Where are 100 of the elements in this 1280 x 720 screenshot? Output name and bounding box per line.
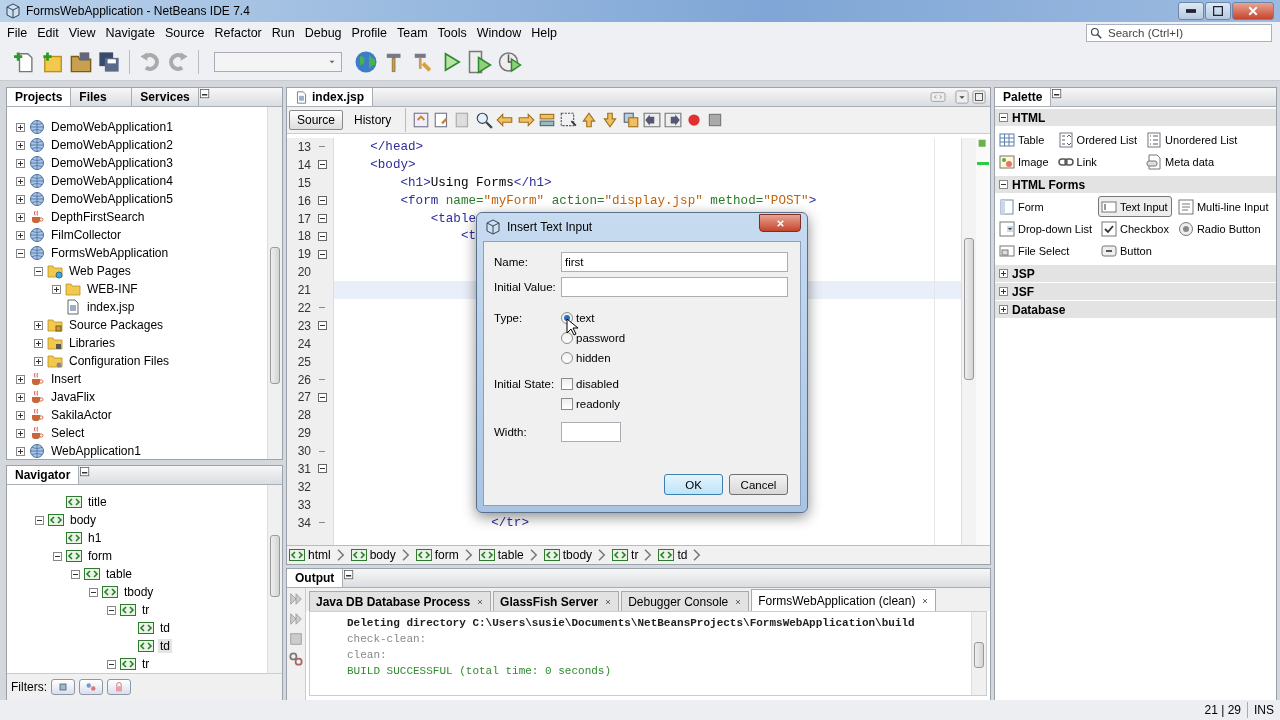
tree-item[interactable]: Web Pages xyxy=(67,264,133,278)
menu-item[interactable]: Edit xyxy=(32,26,64,40)
minimize-icon[interactable] xyxy=(1051,88,1064,100)
palette-item[interactable]: Text Input xyxy=(1098,196,1172,217)
collapse-toggle[interactable] xyxy=(34,266,43,276)
bookmark-down-icon[interactable] xyxy=(601,111,620,129)
palette-item[interactable]: Multi-line Input xyxy=(1174,196,1272,217)
editor-tab[interactable]: index.jsp xyxy=(287,88,373,106)
checkbox[interactable] xyxy=(561,398,573,410)
find-previous-icon[interactable] xyxy=(496,111,515,129)
palette-item[interactable]: Link xyxy=(1054,151,1141,172)
tree-item[interactable]: Insert xyxy=(49,372,83,386)
radio-button[interactable] xyxy=(561,332,573,344)
radio-button[interactable] xyxy=(561,352,573,364)
tree-item[interactable]: FilmCollector xyxy=(49,228,123,242)
menu-item[interactable]: Team xyxy=(392,26,433,40)
fold-toggle[interactable] xyxy=(317,392,327,402)
panel-tab[interactable]: Projects xyxy=(7,88,72,106)
minimize-icon[interactable] xyxy=(198,88,211,100)
tree-item[interactable]: FormsWebApplication xyxy=(49,246,171,260)
view-toggle[interactable]: Source xyxy=(289,110,344,130)
breadcrumb[interactable]: table xyxy=(478,547,524,563)
fold-toggle[interactable] xyxy=(317,464,327,474)
profile-icon[interactable] xyxy=(498,50,522,74)
expand-toggle[interactable] xyxy=(16,374,25,384)
console-tab[interactable]: Debugger Console xyxy=(621,591,750,611)
view-toggle[interactable]: History xyxy=(346,110,400,130)
input-field[interactable]: first xyxy=(561,252,788,272)
highlight-icon[interactable] xyxy=(538,111,557,129)
minimize-icon[interactable] xyxy=(343,569,356,581)
find-next-icon[interactable] xyxy=(517,111,536,129)
filter-button[interactable] xyxy=(107,679,131,695)
panel-tab[interactable]: Files xyxy=(71,88,133,106)
menu-item[interactable]: View xyxy=(63,26,101,40)
palette-category[interactable]: Database xyxy=(995,301,1276,319)
palette-category[interactable]: JSF xyxy=(995,283,1276,301)
save-all-icon[interactable] xyxy=(98,51,120,73)
expand-toggle[interactable] xyxy=(999,269,1008,278)
tree-item[interactable]: SakilaActor xyxy=(49,408,114,422)
input-field[interactable] xyxy=(561,422,621,442)
palette-item[interactable]: Drop-down List xyxy=(996,218,1095,239)
palette-item[interactable]: File Select xyxy=(996,240,1095,261)
tree-item[interactable]: td xyxy=(158,639,172,653)
expand-toggle[interactable] xyxy=(16,392,25,402)
collapse-toggle[interactable] xyxy=(53,551,62,561)
panel-tab[interactable]: Navigator xyxy=(7,466,80,484)
scrollbar[interactable] xyxy=(961,138,976,545)
expand-toggle[interactable] xyxy=(16,122,25,132)
maximize-icon[interactable] xyxy=(972,90,986,104)
collapse-toggle[interactable] xyxy=(16,248,25,258)
console-tab[interactable]: GlassFish Server xyxy=(493,591,620,611)
panel-tab[interactable]: Services xyxy=(132,88,199,106)
tree-item[interactable]: tr xyxy=(140,603,152,617)
collapse-toggle[interactable] xyxy=(35,515,44,525)
menu-item[interactable]: Navigate xyxy=(100,26,160,40)
tree-item[interactable]: WebApplication1 xyxy=(49,444,143,458)
close-icon[interactable] xyxy=(476,597,485,606)
tree-item[interactable]: DepthFirstSearch xyxy=(49,210,147,224)
menu-item[interactable]: Window xyxy=(471,26,527,40)
expand-toggle[interactable] xyxy=(16,410,25,420)
menu-item[interactable]: Profile xyxy=(346,26,392,40)
expand-toggle[interactable] xyxy=(16,158,25,168)
collapse-toggle[interactable] xyxy=(107,659,116,669)
tree-item[interactable]: Select xyxy=(49,426,87,440)
expand-toggle[interactable] xyxy=(16,230,25,240)
tree-item[interactable]: DemoWebApplication2 xyxy=(49,138,175,152)
menu-item[interactable]: Refactor xyxy=(209,26,267,40)
debug-icon[interactable] xyxy=(468,50,492,74)
tree-item[interactable]: tbody xyxy=(122,585,156,599)
globe-icon[interactable] xyxy=(354,50,378,74)
palette-item[interactable]: Checkbox xyxy=(1098,218,1172,239)
scrollbar[interactable] xyxy=(971,612,986,695)
fold-toggle[interactable] xyxy=(317,160,327,170)
collapse-toggle[interactable] xyxy=(999,180,1008,189)
new-file-icon[interactable] xyxy=(14,51,36,73)
tree-item[interactable]: DemoWebApplication5 xyxy=(49,192,175,206)
expand-toggle[interactable] xyxy=(999,305,1008,314)
search-field[interactable]: Search (Ctrl+I) xyxy=(1086,24,1272,42)
palette-category[interactable]: JSP xyxy=(995,265,1276,283)
menu-item[interactable]: Help xyxy=(526,26,562,40)
dialog-button[interactable]: OK xyxy=(664,474,723,495)
breadcrumb[interactable]: tbody xyxy=(543,547,593,563)
close-button[interactable] xyxy=(1232,2,1274,20)
collapse-toggle[interactable] xyxy=(107,605,116,615)
menu-item[interactable]: Source xyxy=(159,26,210,40)
shift-left-icon[interactable] xyxy=(643,111,662,129)
menu-item[interactable]: Debug xyxy=(299,26,347,40)
tree-item[interactable]: DemoWebApplication4 xyxy=(49,174,175,188)
minimize-button[interactable] xyxy=(1178,2,1204,20)
breadcrumb[interactable]: form xyxy=(415,547,459,563)
scrollbar[interactable] xyxy=(267,485,282,673)
tree-item[interactable]: h1 xyxy=(86,531,104,545)
palette-category[interactable]: HTML Forms xyxy=(995,176,1276,194)
menu-item[interactable]: File xyxy=(2,26,33,40)
tree-item[interactable]: Libraries xyxy=(67,336,118,350)
menu-item[interactable]: Run xyxy=(266,26,300,40)
expand-toggle[interactable] xyxy=(34,338,43,348)
collapse-toggle[interactable] xyxy=(71,569,80,579)
tree-item[interactable]: table xyxy=(104,567,135,581)
dropdown-icon[interactable] xyxy=(955,90,969,104)
